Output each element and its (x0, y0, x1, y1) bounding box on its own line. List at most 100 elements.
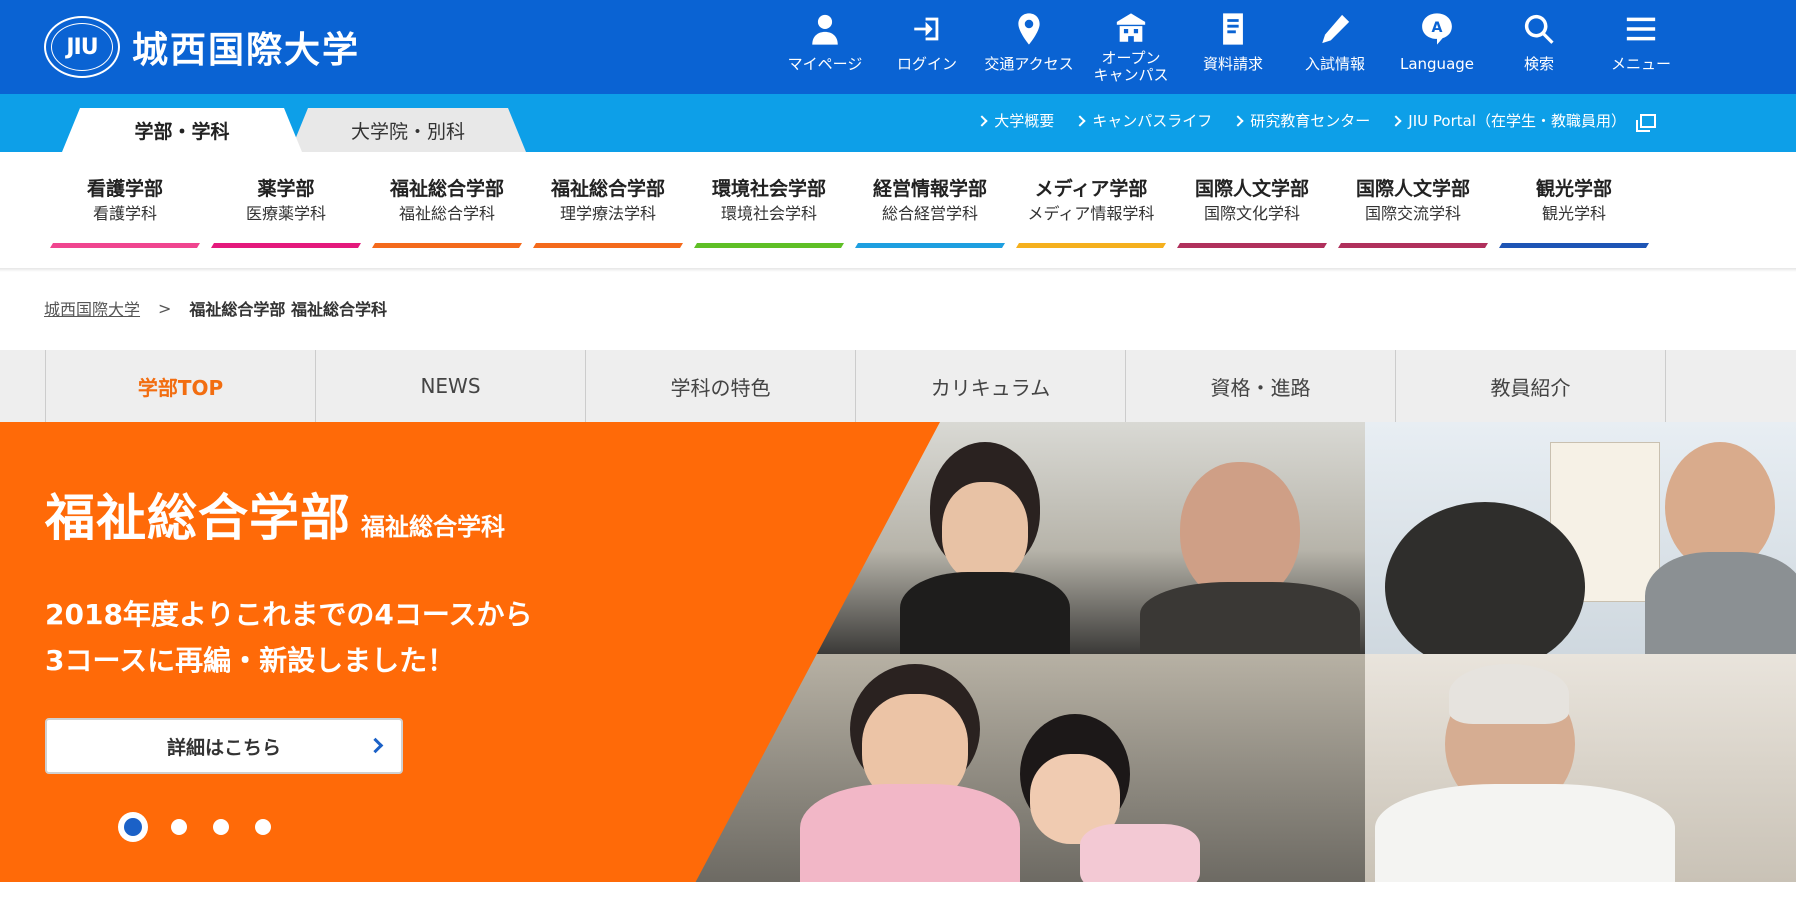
nav-label: メニュー (1610, 55, 1671, 73)
hero-line-1: 2018年度よりこれまでの4コースから (45, 598, 533, 631)
faculty-name: 経営情報学部 (872, 178, 987, 200)
external-window-icon (1636, 113, 1656, 132)
university-name: 城西国際大学 (132, 30, 361, 71)
divider (0, 268, 1796, 272)
nav-open-campus[interactable]: オープン キャンパス (1080, 0, 1182, 94)
faculty-item-welfare[interactable]: 福祉総合学部 福祉総合学科 (372, 176, 522, 254)
slide-dot-1[interactable] (118, 812, 148, 842)
faculty-name: 薬学部 (257, 178, 315, 200)
nav-brochure[interactable]: 資料請求 (1182, 0, 1284, 94)
nav-label: 検索 (1523, 55, 1554, 73)
faculty-item-media[interactable]: メディア学部 メディア情報学科 (1016, 176, 1166, 254)
link-jiu-portal[interactable]: JIU Portal（在学生・教職員用） (1390, 110, 1656, 132)
department-name: メディア情報学科 (1027, 204, 1155, 223)
tab-careers[interactable]: 資格・進路 (1126, 350, 1396, 422)
faculty-item-pharmacy[interactable]: 薬学部 医療薬学科 (211, 176, 361, 254)
faculty-item-intl-exchange[interactable]: 国際人文学部 国際交流学科 (1338, 176, 1488, 254)
faculty-nav: 看護学部 看護学科 薬学部 医療薬学科 福祉総合学部 福祉総合学科 福祉総合学部… (50, 176, 1649, 254)
faculty-item-intl-culture[interactable]: 国際人文学部 国際文化学科 (1177, 176, 1327, 254)
breadcrumb: 城西国際大学 > 福祉総合学部 福祉総合学科 (44, 296, 387, 320)
faculty-item-tourism[interactable]: 観光学部 観光学科 (1499, 176, 1649, 254)
department-name: 看護学科 (92, 204, 157, 223)
faculty-name: メディア学部 (1034, 178, 1148, 200)
svg-text:A: A (1432, 20, 1443, 36)
seal-text: JIU (66, 34, 98, 60)
slide-dot-4[interactable] (255, 819, 271, 835)
chevron-right-icon (976, 114, 988, 127)
department-name: 福祉総合学科 (398, 204, 495, 223)
utility-nav: マイページ ログイン 交通アクセス オープン キャンパス 資料請求 入試情報 A… (774, 0, 1692, 94)
faculty-item-nursing[interactable]: 看護学部 看護学科 (50, 176, 200, 254)
tab-graduate-school[interactable]: 大学院・別科 (290, 108, 526, 152)
department-local-nav: 学部TOP NEWS 学科の特色 カリキュラム 資格・進路 教員紹介 (0, 350, 1796, 422)
slider-pagination (118, 812, 271, 842)
user-icon (812, 14, 838, 45)
faculty-name: 観光学部 (1535, 178, 1612, 200)
tab-news[interactable]: NEWS (316, 350, 586, 422)
department-name: 環境社会学科 (720, 204, 817, 223)
secondary-bar: 大学院・別科 学部・学科 大学概要 キャンパスライフ 研究教育センター JIU … (0, 94, 1796, 152)
login-icon (914, 17, 939, 41)
link-label: キャンパスライフ (1092, 112, 1213, 130)
tab-features[interactable]: 学科の特色 (586, 350, 856, 422)
faculty-name: 国際人文学部 (1355, 178, 1470, 200)
university-logo[interactable]: JIU 城西国際大学 (44, 16, 360, 78)
nav-login[interactable]: ログイン (876, 0, 978, 94)
link-campus-life[interactable]: キャンパスライフ (1074, 110, 1213, 131)
details-button[interactable]: 詳細はこちら (45, 718, 403, 774)
department-name: 医療薬学科 (245, 204, 326, 223)
nav-search[interactable]: 検索 (1488, 0, 1590, 94)
nav-mypage[interactable]: マイページ (774, 0, 876, 94)
nav-label: マイページ (787, 55, 863, 73)
nav-label: オープン キャンパス (1093, 49, 1169, 84)
department-name: 理学療法学科 (559, 204, 656, 223)
chevron-right-icon (367, 737, 384, 754)
hamburger-menu-icon (1626, 17, 1656, 41)
nav-menu[interactable]: メニュー (1590, 0, 1692, 94)
hero-photo-rehabilitation (1365, 654, 1796, 882)
faculty-color-bar (855, 243, 1005, 248)
campus-building-icon (1116, 13, 1146, 42)
department-name: 国際文化学科 (1203, 204, 1300, 223)
pencil-icon (1322, 14, 1350, 44)
hero-subtitle: 福祉総合学科 (361, 513, 505, 541)
nav-label: 交通アクセス (984, 55, 1074, 73)
tab-faculty-top[interactable]: 学部TOP (46, 350, 316, 422)
nav-admissions[interactable]: 入試情報 (1284, 0, 1386, 94)
search-icon (1524, 14, 1554, 44)
nav-language[interactable]: A Language (1386, 0, 1488, 94)
breadcrumb-home-link[interactable]: 城西国際大学 (44, 296, 140, 320)
slide-dot-2[interactable] (171, 819, 187, 835)
tab-faculty-members[interactable]: 教員紹介 (1396, 350, 1666, 422)
hero-slider: 福祉総合学部 福祉総合学科 2018年度よりこれまでの4コースから 3コースに再… (0, 422, 1796, 882)
tab-faculties[interactable]: 学部・学科 (62, 108, 302, 152)
link-about[interactable]: 大学概要 (976, 110, 1054, 131)
faculty-color-bar (1338, 243, 1488, 248)
nav-label: 入試情報 (1304, 55, 1365, 73)
details-button-label: 詳細はこちら (166, 736, 281, 759)
faculty-color-bar (1016, 243, 1166, 248)
map-pin-icon (1018, 13, 1040, 45)
link-research-center[interactable]: 研究教育センター (1232, 110, 1370, 131)
tab-curriculum[interactable]: カリキュラム (856, 350, 1126, 422)
chevron-right-icon (1232, 114, 1244, 127)
nav-label: 資料請求 (1202, 55, 1263, 73)
breadcrumb-separator: > (158, 298, 172, 318)
site-header: JIU 城西国際大学 マイページ ログイン 交通アクセス オープン キャンパス … (0, 0, 1796, 94)
faculty-item-management[interactable]: 経営情報学部 総合経営学科 (855, 176, 1005, 254)
chevron-right-icon (1074, 114, 1086, 127)
hero-photo-counseling (1365, 422, 1796, 654)
faculty-item-environment[interactable]: 環境社会学部 環境社会学科 (694, 176, 844, 254)
faculty-name: 福祉総合学部 (389, 178, 504, 200)
faculty-color-bar (1177, 243, 1327, 248)
nav-access[interactable]: 交通アクセス (978, 0, 1080, 94)
slide-dot-3[interactable] (213, 819, 229, 835)
faculty-item-physical-therapy[interactable]: 福祉総合学部 理学療法学科 (533, 176, 683, 254)
faculty-name: 環境社会学部 (711, 178, 826, 200)
faculty-color-bar (50, 243, 200, 248)
department-name: 国際交流学科 (1364, 204, 1461, 223)
department-name: 総合経営学科 (881, 204, 978, 223)
faculty-color-bar (533, 243, 683, 248)
faculty-color-bar (372, 243, 522, 248)
hero-line-2: 3コースに再編・新設しました！ (45, 644, 456, 677)
